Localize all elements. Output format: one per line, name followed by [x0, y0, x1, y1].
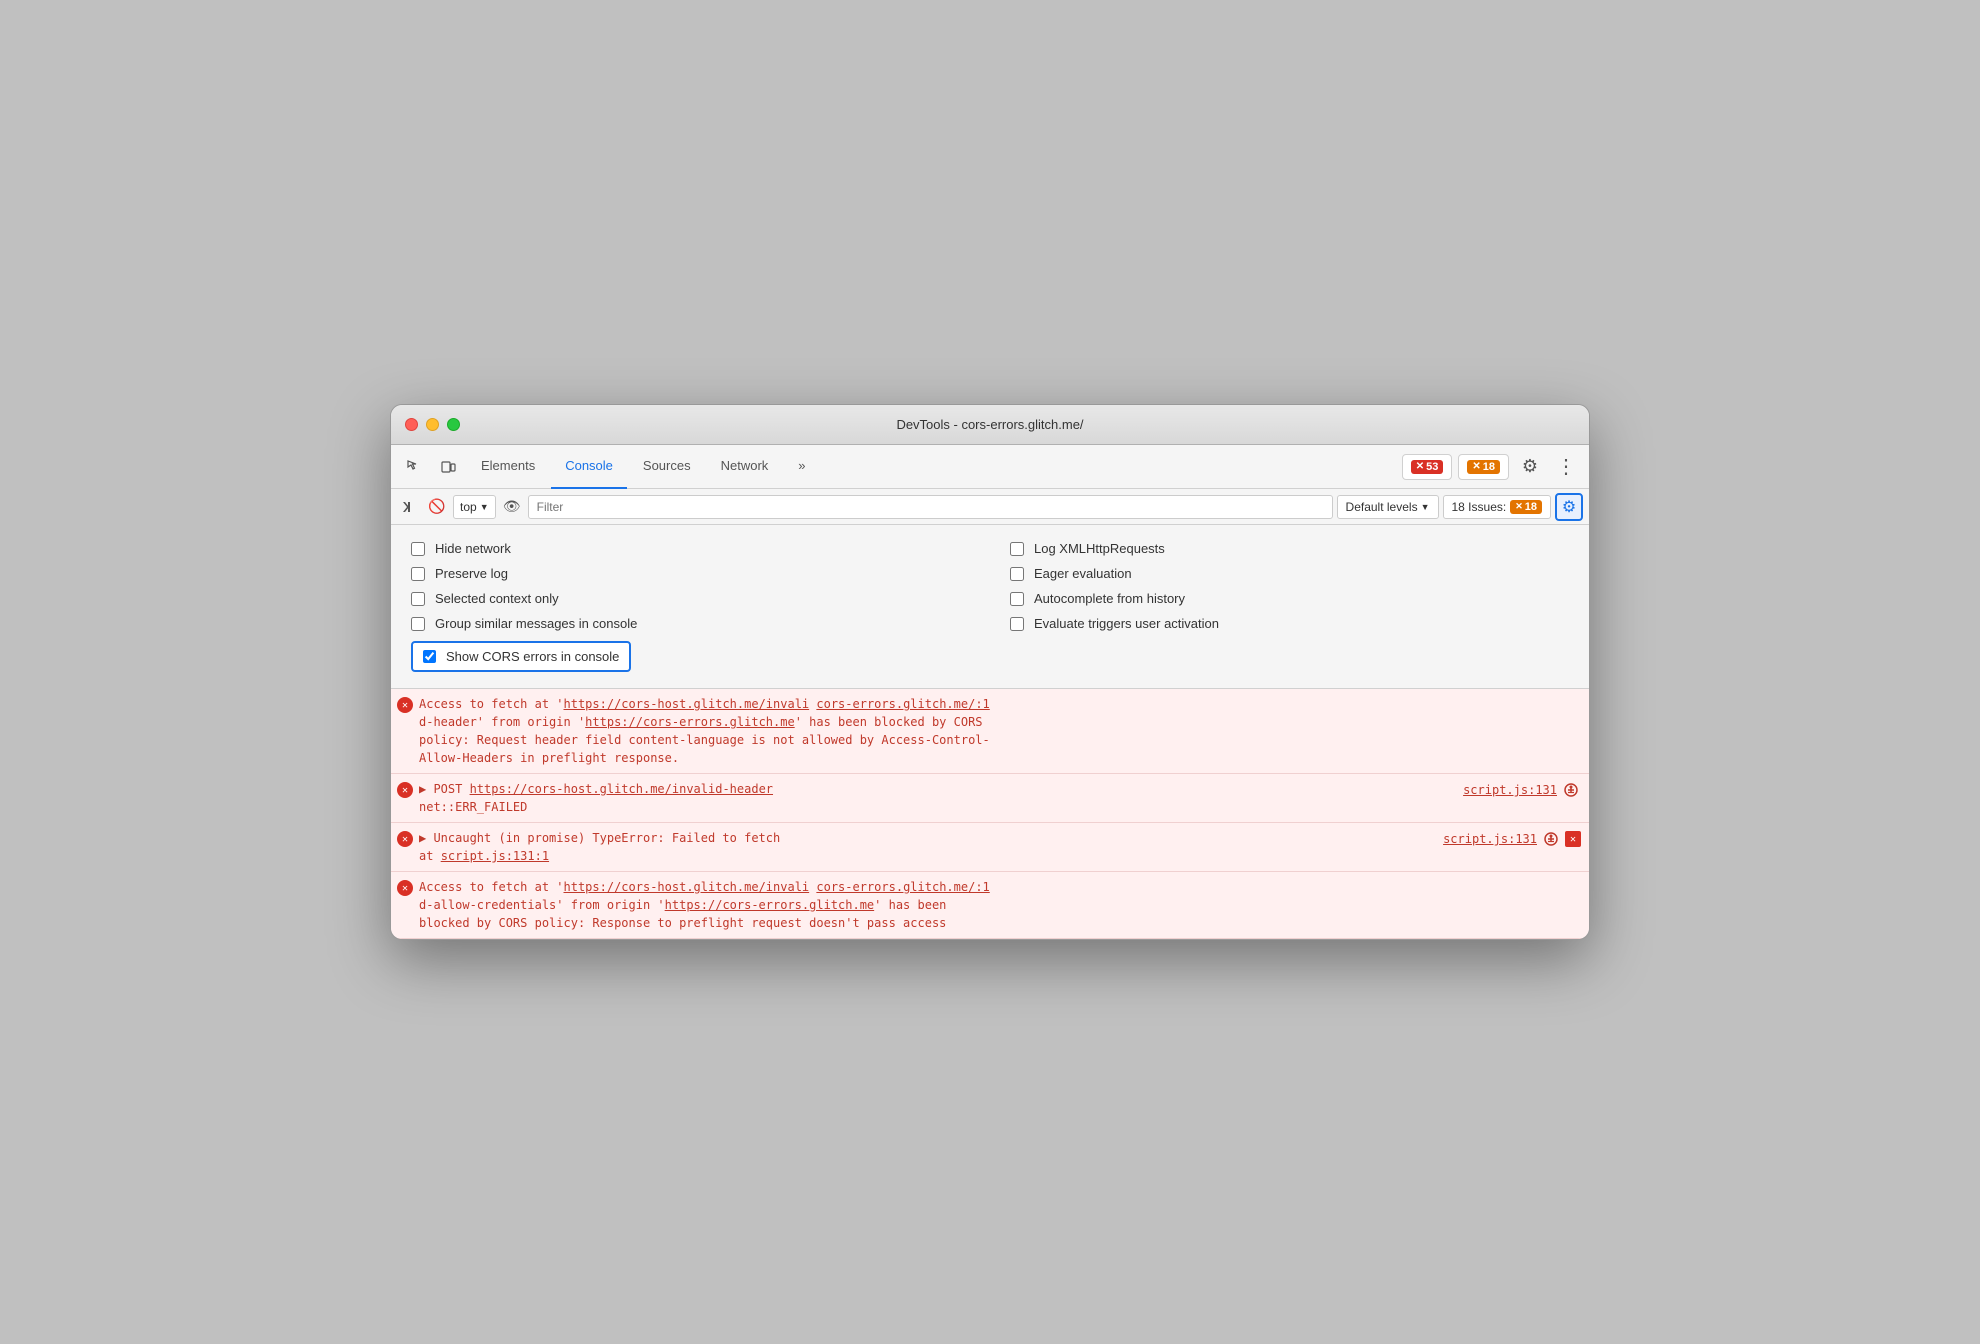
- settings-gear-icon[interactable]: ⚙: [1515, 453, 1545, 481]
- settings-panel: Hide network Log XMLHttpRequests Preserv…: [391, 525, 1589, 689]
- error-actions-2: script.js:131: [1453, 780, 1581, 800]
- error-source-2[interactable]: script.js:131: [1453, 783, 1557, 797]
- preserve-log-checkbox[interactable]: [411, 567, 425, 581]
- maximize-button[interactable]: [447, 418, 460, 431]
- close-button[interactable]: [405, 418, 418, 431]
- error-text-3: ▶ Uncaught (in promise) TypeError: Faile…: [419, 829, 1423, 865]
- error-link-2a[interactable]: https://cors-host.glitch.me/invalid-head…: [470, 782, 773, 796]
- inspect-icon[interactable]: [399, 453, 429, 481]
- filter-input[interactable]: [528, 495, 1333, 519]
- setting-group-similar: Group similar messages in console: [411, 616, 970, 631]
- anchor-icon-3[interactable]: [1541, 829, 1561, 849]
- tab-sources[interactable]: Sources: [629, 445, 705, 489]
- levels-arrow-icon: ▼: [1421, 502, 1430, 512]
- eager-eval-checkbox[interactable]: [1010, 567, 1024, 581]
- setting-hide-network: Hide network: [411, 541, 970, 556]
- selected-context-label[interactable]: Selected context only: [435, 591, 559, 606]
- error-icon-1: ✕: [397, 697, 413, 713]
- tab-console[interactable]: Console: [551, 445, 627, 489]
- tab-elements[interactable]: Elements: [467, 445, 549, 489]
- main-toolbar: Elements Console Sources Network » ✕ 53: [391, 445, 1589, 489]
- preserve-log-label[interactable]: Preserve log: [435, 566, 508, 581]
- tab-more[interactable]: »: [784, 445, 819, 489]
- warning-badge: ✕ 18: [1467, 460, 1500, 474]
- error-text-4: Access to fetch at 'https://cors-host.gl…: [419, 878, 1581, 932]
- error-icon-4: ✕: [397, 880, 413, 896]
- error-link-4b[interactable]: cors-errors.glitch.me/:1: [816, 880, 989, 894]
- setting-selected-context: Selected context only: [411, 591, 970, 606]
- window-title: DevTools - cors-errors.glitch.me/: [896, 417, 1083, 432]
- error-icon-3: ✕: [397, 831, 413, 847]
- error-link-4a[interactable]: https://cors-host.glitch.me/invali: [564, 880, 810, 894]
- dropdown-arrow-icon: ▼: [480, 502, 489, 512]
- error-actions-3: script.js:131 ✕: [1433, 829, 1581, 849]
- autocomplete-label[interactable]: Autocomplete from history: [1034, 591, 1185, 606]
- log-xhr-checkbox[interactable]: [1010, 542, 1024, 556]
- error-badge: ✕ 53: [1411, 460, 1444, 474]
- error-link-1a[interactable]: https://cors-host.glitch.me/invali: [564, 697, 810, 711]
- tab-network[interactable]: Network: [707, 445, 783, 489]
- eye-icon[interactable]: 👁: [500, 495, 524, 519]
- group-similar-label[interactable]: Group similar messages in console: [435, 616, 637, 631]
- setting-eager-eval: Eager evaluation: [1010, 566, 1569, 581]
- clear-console-icon[interactable]: [397, 495, 421, 519]
- console-content-area: ✕ Access to fetch at 'https://cors-host.…: [391, 689, 1589, 939]
- tab-bar: Elements Console Sources Network »: [467, 445, 1398, 489]
- group-similar-checkbox[interactable]: [411, 617, 425, 631]
- setting-evaluate-triggers: Evaluate triggers user activation: [1010, 616, 1569, 631]
- error-row-4: ✕ Access to fetch at 'https://cors-host.…: [391, 872, 1589, 939]
- show-cors-checkbox[interactable]: [423, 650, 436, 663]
- autocomplete-checkbox[interactable]: [1010, 592, 1024, 606]
- anchor-icon-2[interactable]: [1561, 780, 1581, 800]
- setting-preserve-log: Preserve log: [411, 566, 970, 581]
- more-options-icon[interactable]: ⋮: [1551, 453, 1581, 481]
- device-icon[interactable]: [433, 453, 463, 481]
- error-row-1: ✕ Access to fetch at 'https://cors-host.…: [391, 689, 1589, 774]
- close-icon-3[interactable]: ✕: [1565, 831, 1581, 847]
- ban-icon[interactable]: 🚫: [425, 495, 449, 519]
- title-bar: DevTools - cors-errors.glitch.me/: [391, 405, 1589, 445]
- hide-network-checkbox[interactable]: [411, 542, 425, 556]
- console-toolbar: 🚫 top ▼ 👁 Default levels ▼ 18 Issues: ✕ …: [391, 489, 1589, 525]
- eager-eval-label[interactable]: Eager evaluation: [1034, 566, 1132, 581]
- levels-dropdown[interactable]: Default levels ▼: [1337, 495, 1439, 519]
- toolbar-right: ✕ 53 ✕ 18 ⚙ ⋮: [1402, 453, 1581, 481]
- setting-log-xhr: Log XMLHttpRequests: [1010, 541, 1569, 556]
- devtools-window: DevTools - cors-errors.glitch.me/ Elemen…: [390, 404, 1590, 940]
- log-xhr-label[interactable]: Log XMLHttpRequests: [1034, 541, 1165, 556]
- issues-counter: 18 Issues: ✕ 18: [1443, 495, 1552, 519]
- error-link-4c[interactable]: https://cors-errors.glitch.me: [665, 898, 875, 912]
- error-count-button[interactable]: ✕ 53: [1402, 454, 1453, 480]
- console-settings-gear-icon[interactable]: ⚙: [1555, 493, 1583, 521]
- setting-show-cors: Show CORS errors in console: [411, 641, 631, 672]
- show-cors-label[interactable]: Show CORS errors in console: [446, 649, 619, 664]
- minimize-button[interactable]: [426, 418, 439, 431]
- evaluate-triggers-label[interactable]: Evaluate triggers user activation: [1034, 616, 1219, 631]
- traffic-lights: [405, 418, 460, 431]
- error-row-3: ✕ ▶ Uncaught (in promise) TypeError: Fai…: [391, 823, 1589, 872]
- issues-count-badge: ✕ 18: [1510, 500, 1542, 514]
- error-link-3a[interactable]: script.js:131:1: [441, 849, 549, 863]
- evaluate-triggers-checkbox[interactable]: [1010, 617, 1024, 631]
- hide-network-label[interactable]: Hide network: [435, 541, 511, 556]
- setting-autocomplete: Autocomplete from history: [1010, 591, 1569, 606]
- warning-count-button[interactable]: ✕ 18: [1458, 454, 1509, 480]
- context-selector[interactable]: top ▼: [453, 495, 496, 519]
- error-row-2: ✕ ▶ POST https://cors-host.glitch.me/inv…: [391, 774, 1589, 823]
- error-icon-2: ✕: [397, 782, 413, 798]
- selected-context-checkbox[interactable]: [411, 592, 425, 606]
- error-text-2: ▶ POST https://cors-host.glitch.me/inval…: [419, 780, 1443, 816]
- error-text-1: Access to fetch at 'https://cors-host.gl…: [419, 695, 1581, 767]
- error-source-3[interactable]: script.js:131: [1433, 832, 1537, 846]
- error-link-1c[interactable]: https://cors-errors.glitch.me: [585, 715, 795, 729]
- error-link-1b[interactable]: cors-errors.glitch.me/:1: [816, 697, 989, 711]
